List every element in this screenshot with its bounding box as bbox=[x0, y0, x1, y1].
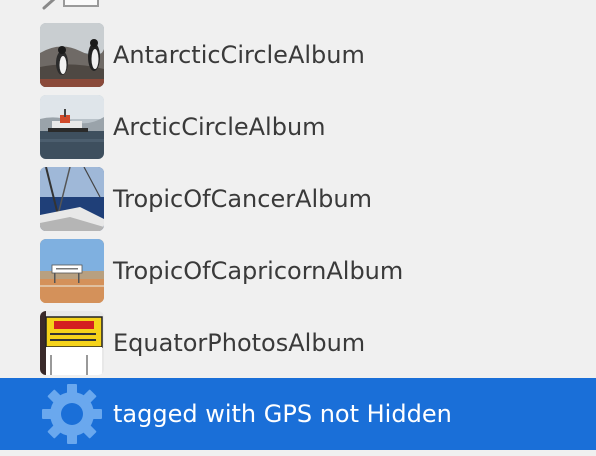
album-label: TropicOfCapricornAlbum bbox=[113, 257, 404, 285]
ship-photo-thumbnail bbox=[40, 95, 104, 159]
album-item-tropic-of-capricorn[interactable]: TropicOfCapricornAlbum bbox=[0, 235, 596, 307]
partial-search-icon bbox=[40, 0, 104, 10]
ecuador-sign-photo-thumbnail bbox=[40, 311, 104, 375]
album-list: AntarcticCircleAlbum ArcticCircleAlbum T… bbox=[0, 0, 596, 456]
smart-album-item-gps-not-hidden[interactable]: tagged with GPS not Hidden bbox=[0, 378, 596, 450]
smart-album-label: tagged with GPS not Hidden bbox=[113, 400, 452, 428]
album-label: ArcticCircleAlbum bbox=[113, 113, 326, 141]
road-sign-photo-thumbnail bbox=[40, 239, 104, 303]
album-label: EquatorPhotosAlbum bbox=[113, 329, 366, 357]
gear-icon bbox=[40, 382, 104, 446]
partial-next-item-icon bbox=[64, 450, 76, 456]
album-item-equator-photos[interactable]: EquatorPhotosAlbum bbox=[0, 307, 596, 379]
album-label: TropicOfCancerAlbum bbox=[113, 185, 373, 213]
album-item-tropic-of-cancer[interactable]: TropicOfCancerAlbum bbox=[0, 163, 596, 235]
album-item-arctic-circle[interactable]: ArcticCircleAlbum bbox=[0, 91, 596, 163]
album-item-antarctic-circle[interactable]: AntarcticCircleAlbum bbox=[0, 19, 596, 91]
sailboat-photo-thumbnail bbox=[40, 167, 104, 231]
album-label: AntarcticCircleAlbum bbox=[113, 41, 365, 69]
penguin-photo-thumbnail bbox=[40, 23, 104, 87]
